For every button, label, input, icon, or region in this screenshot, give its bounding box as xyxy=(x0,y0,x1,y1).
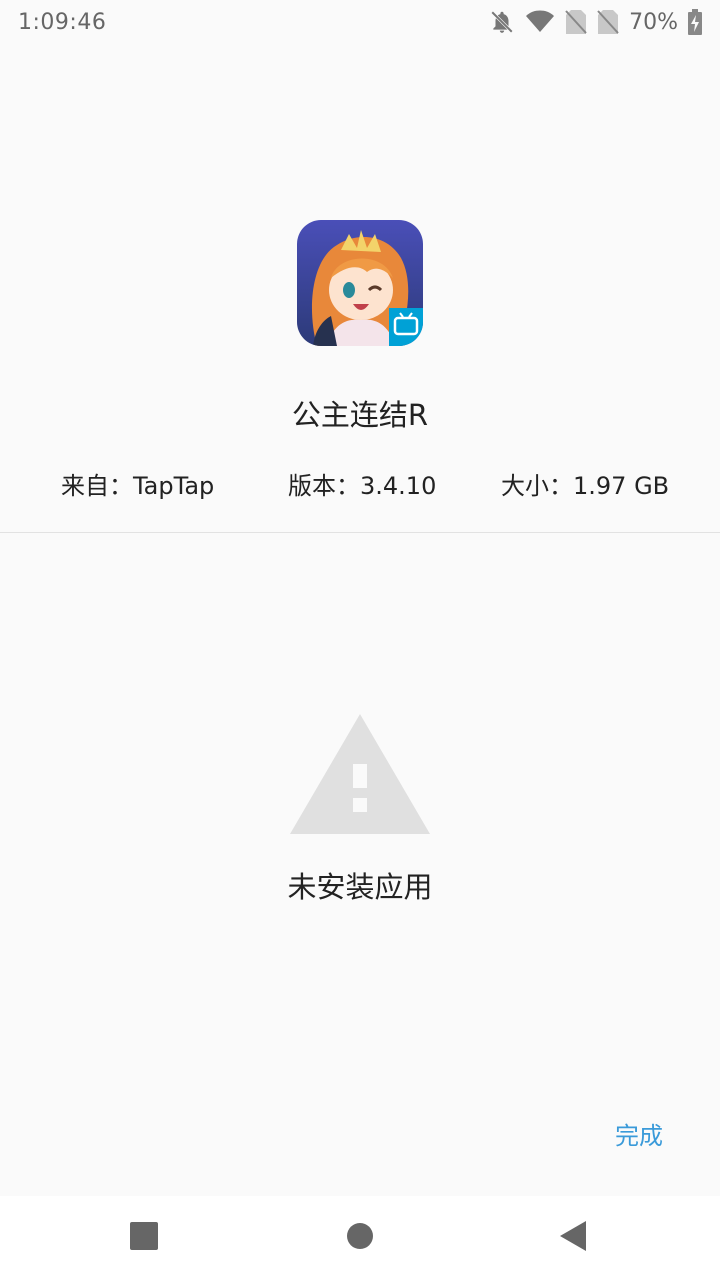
home-icon xyxy=(347,1223,373,1253)
notifications-off-icon xyxy=(489,9,515,35)
back-button[interactable] xyxy=(524,1196,624,1280)
screen: 1:09:46 70% 公主连结R 来自：TapTap 版本：3.4.10 大小… xyxy=(0,0,720,1280)
battery-percent: 70% xyxy=(629,9,678,35)
app-icon xyxy=(297,220,423,346)
back-icon xyxy=(560,1221,588,1255)
app-version: 版本：3.4.10 xyxy=(288,472,437,500)
battery-charging-icon xyxy=(688,9,702,35)
recents-button[interactable] xyxy=(94,1196,194,1280)
home-button[interactable] xyxy=(310,1196,410,1280)
sim-none-icon xyxy=(565,9,587,35)
warning-icon xyxy=(289,712,431,836)
status-icons: 70% xyxy=(489,9,702,35)
navigation-bar xyxy=(0,1196,720,1280)
status-bar: 1:09:46 70% xyxy=(0,0,720,44)
done-button[interactable]: 完成 xyxy=(596,1108,682,1158)
install-status-message: 未安装应用 xyxy=(287,870,433,904)
status-time: 1:09:46 xyxy=(18,9,107,35)
app-source: 来自：TapTap xyxy=(61,472,215,500)
app-name: 公主连结R xyxy=(291,398,429,432)
sim-none-icon xyxy=(597,9,619,35)
app-meta: 来自：TapTap 版本：3.4.10 大小：1.97 GB xyxy=(0,466,720,506)
wifi-icon xyxy=(525,10,555,34)
app-size: 大小：1.97 GB xyxy=(501,472,670,500)
divider xyxy=(0,532,720,533)
recents-icon xyxy=(130,1222,158,1254)
